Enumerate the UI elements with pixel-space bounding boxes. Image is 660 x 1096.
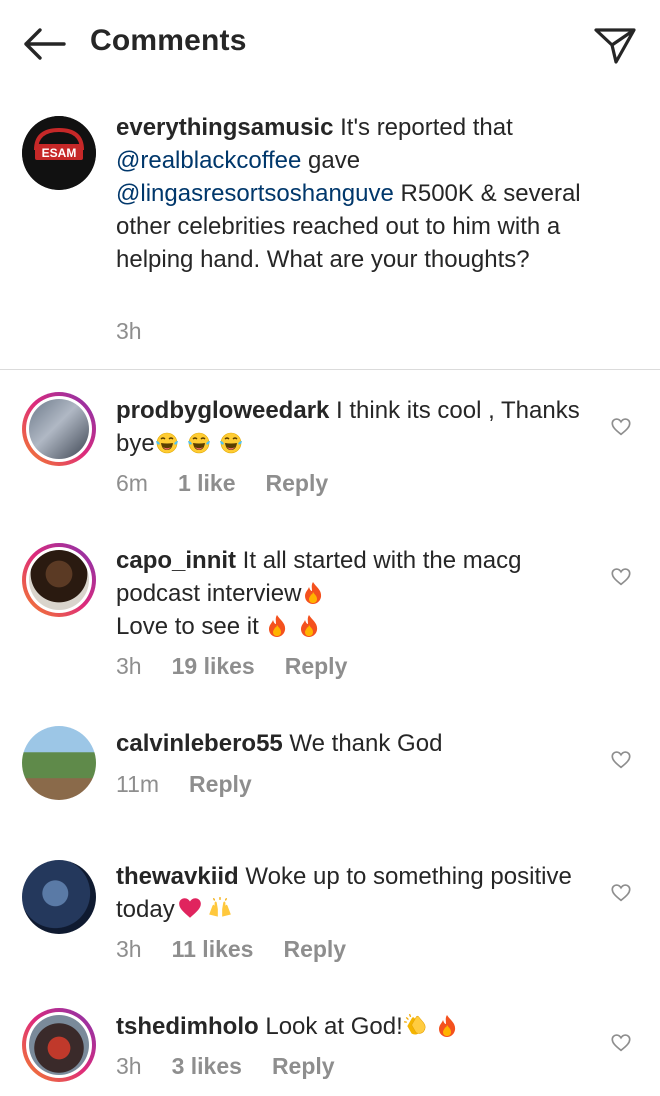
like-heart-icon[interactable] <box>609 566 633 588</box>
likes-count[interactable]: 11 likes <box>172 936 254 962</box>
comment-username[interactable]: tshedimholo <box>116 1013 259 1040</box>
comment-meta: 3h 11 likes Reply <box>116 936 376 963</box>
tears-of-joy-icon <box>219 431 243 455</box>
arrow-left-icon[interactable] <box>20 26 68 62</box>
esam-logo-icon: ESAM <box>22 116 96 190</box>
caption-username[interactable]: everythingsamusic <box>116 114 333 141</box>
caption-time: 3h <box>116 318 142 344</box>
header-bar: Comments <box>0 0 660 90</box>
comment-time: 11m <box>116 771 160 797</box>
comment-time: 6m <box>116 470 148 496</box>
like-heart-icon[interactable] <box>609 1032 633 1054</box>
avatar-everythingsamusic[interactable]: ESAM <box>22 116 96 190</box>
page-title: Comments <box>90 24 247 57</box>
red-heart-icon <box>177 895 203 921</box>
comment-text: prodbygloweedark I think its cool , Than… <box>116 397 580 457</box>
likes-count[interactable]: 3 likes <box>172 1053 242 1079</box>
avatar-tshedimholo[interactable] <box>22 1008 96 1082</box>
avatar-thewavkiid[interactable] <box>22 860 96 934</box>
like-heart-icon[interactable] <box>609 749 633 771</box>
caption-meta: 3h <box>116 318 172 345</box>
comment-meta: 3h 19 likes Reply <box>116 653 377 680</box>
fire-icon <box>301 581 325 605</box>
fire-icon <box>297 614 321 638</box>
avatar-prodbygloweedark[interactable] <box>22 392 96 466</box>
clapping-hands-icon <box>403 1012 429 1038</box>
fire-icon <box>265 614 289 638</box>
raising-hands-icon <box>207 895 233 921</box>
comment-username[interactable]: calvinlebero55 <box>116 730 283 757</box>
comment-text: calvinlebero55 We thank God <box>116 730 443 757</box>
like-heart-icon[interactable] <box>609 416 633 438</box>
comment-time: 3h <box>116 1053 142 1079</box>
avatar-calvinlebero55[interactable] <box>22 726 96 800</box>
comment-username[interactable]: thewavkiid <box>116 863 239 890</box>
comment-text: thewavkiid Woke up to something positive… <box>116 863 572 923</box>
comment-time: 3h <box>116 936 142 962</box>
fire-icon <box>435 1014 459 1038</box>
comment-meta: 3h 3 likes Reply <box>116 1053 365 1080</box>
reply-button[interactable]: Reply <box>272 1053 335 1079</box>
comment-text: capo_innit It all started with the macg … <box>116 547 522 640</box>
reply-button[interactable]: Reply <box>283 936 346 962</box>
avatar-capo-innit[interactable] <box>22 543 96 617</box>
reply-button[interactable]: Reply <box>189 771 252 797</box>
comment-username[interactable]: prodbygloweedark <box>116 397 329 424</box>
tears-of-joy-icon <box>155 431 179 455</box>
comment-text: tshedimholo Look at God! <box>116 1010 586 1043</box>
comment-meta: 6m 1 like Reply <box>116 470 358 497</box>
likes-count[interactable]: 1 like <box>178 470 236 496</box>
comment-time: 3h <box>116 653 142 679</box>
like-heart-icon[interactable] <box>609 882 633 904</box>
comment-username[interactable]: capo_innit <box>116 547 236 574</box>
likes-count[interactable]: 19 likes <box>172 653 255 679</box>
reply-button[interactable]: Reply <box>285 653 348 679</box>
paper-plane-icon[interactable] <box>592 24 638 66</box>
tears-of-joy-icon <box>187 431 211 455</box>
divider <box>0 369 660 370</box>
comment-meta: 11m Reply <box>116 771 282 798</box>
mention-link[interactable]: @realblackcoffee <box>116 147 301 174</box>
svg-text:ESAM: ESAM <box>42 146 77 160</box>
reply-button[interactable]: Reply <box>266 470 329 496</box>
mention-link[interactable]: @lingasresortsoshanguve <box>116 180 394 207</box>
caption-text: everythingsamusic It's reported that @re… <box>116 114 581 273</box>
